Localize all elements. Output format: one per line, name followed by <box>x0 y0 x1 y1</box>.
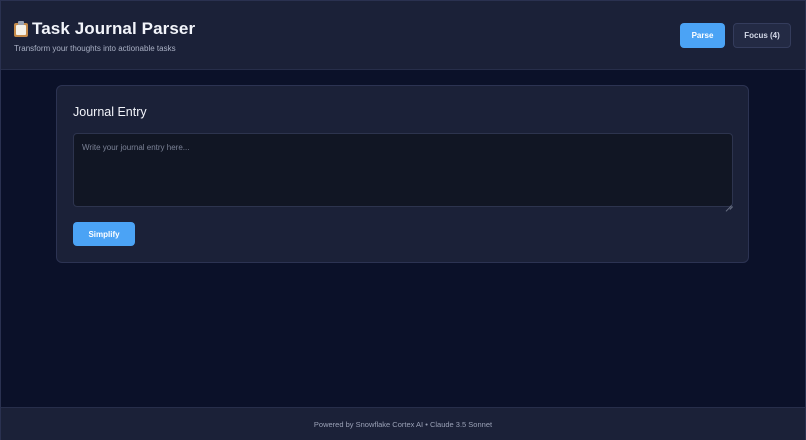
app-subtitle: Transform your thoughts into actionable … <box>14 44 176 53</box>
journal-entry-heading: Journal Entry <box>73 105 147 119</box>
focus-button[interactable]: Focus (4) <box>733 23 791 48</box>
app-title: Task Journal Parser <box>32 19 196 38</box>
resize-handle[interactable] <box>726 200 732 206</box>
journal-entry-card: Journal Entry Simplify <box>56 85 749 263</box>
app-window: Task Journal Parser Transform your thoug… <box>0 0 806 440</box>
parse-button[interactable]: Parse <box>680 23 725 48</box>
simplify-button[interactable]: Simplify <box>73 222 135 246</box>
app-header: Task Journal Parser Transform your thoug… <box>1 1 805 70</box>
footer-credit: Powered by Snowflake Cortex AI • Claude … <box>313 419 493 429</box>
title-row: Task Journal Parser <box>14 19 195 39</box>
clipboard-icon <box>14 21 28 37</box>
journal-entry-input[interactable] <box>73 133 733 207</box>
app-footer: Powered by Snowflake Cortex AI • Claude … <box>1 407 805 440</box>
